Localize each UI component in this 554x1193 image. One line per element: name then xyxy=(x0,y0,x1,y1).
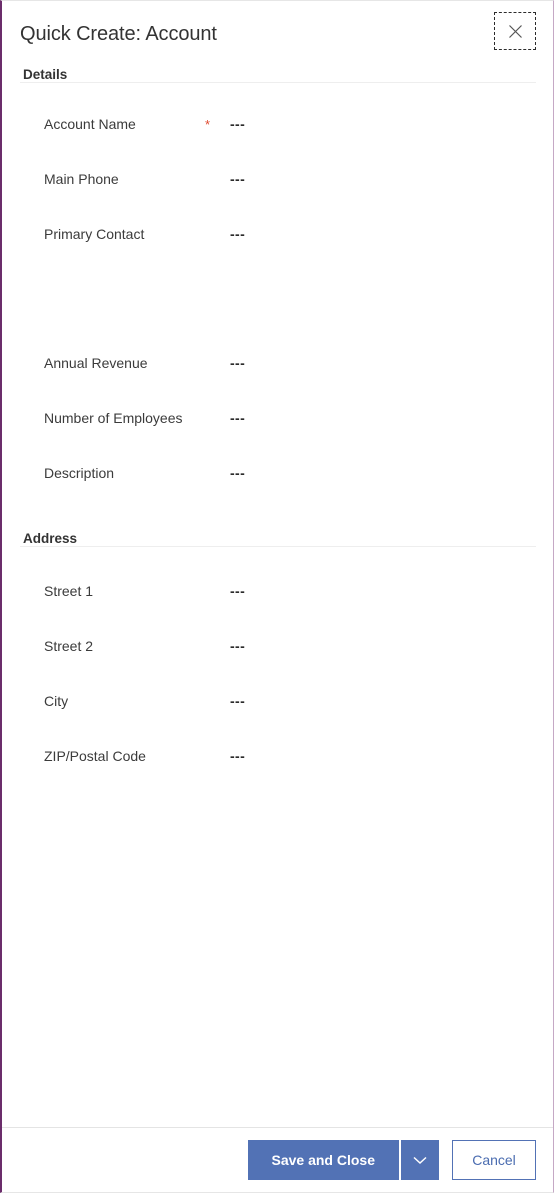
field-row-street-1[interactable]: Street 1 --- xyxy=(2,577,553,605)
close-button[interactable] xyxy=(494,12,536,50)
panel-header: Quick Create: Account xyxy=(2,1,553,67)
field-label: City xyxy=(44,693,69,709)
cancel-button[interactable]: Cancel xyxy=(452,1140,536,1180)
field-label: ZIP/Postal Code xyxy=(44,748,146,764)
field-row-primary-contact[interactable]: Primary Contact --- xyxy=(2,220,553,248)
field-label: Primary Contact xyxy=(44,226,145,242)
field-value[interactable]: --- xyxy=(230,748,245,764)
field-label: Description xyxy=(44,465,115,481)
field-value[interactable]: --- xyxy=(230,465,245,481)
field-value[interactable]: --- xyxy=(230,171,245,187)
field-value[interactable]: --- xyxy=(230,116,245,132)
quick-create-panel: Quick Create: Account Details Account Na… xyxy=(0,0,554,1193)
chevron-down-icon xyxy=(413,1153,427,1168)
field-row-annual-revenue[interactable]: Annual Revenue --- xyxy=(2,349,553,377)
required-marker: * xyxy=(205,116,211,132)
close-icon xyxy=(508,24,523,39)
page-title: Quick Create: Account xyxy=(20,22,217,45)
field-row-description[interactable]: Description --- xyxy=(2,459,553,487)
field-value[interactable]: --- xyxy=(230,410,245,426)
field-row-number-of-employees[interactable]: Number of Employees --- xyxy=(2,404,553,432)
field-label: Street 1 xyxy=(44,583,94,599)
save-options-dropdown-button[interactable] xyxy=(401,1140,439,1180)
field-row-account-name[interactable]: Account Name * --- xyxy=(2,110,553,138)
field-row-street-2[interactable]: Street 2 --- xyxy=(2,632,553,660)
field-label: Main Phone xyxy=(44,171,119,187)
field-row-city[interactable]: City --- xyxy=(2,687,553,715)
field-value[interactable]: --- xyxy=(230,226,245,242)
save-and-close-button[interactable]: Save and Close xyxy=(247,1140,399,1180)
panel-body: Details Account Name * --- Main Phone --… xyxy=(2,67,553,1127)
field-label: Annual Revenue xyxy=(44,355,148,371)
save-and-close-split-button: Save and Close xyxy=(247,1140,439,1180)
section-header-details: Details xyxy=(23,67,68,82)
field-label: Account Name xyxy=(44,116,136,132)
field-value[interactable]: --- xyxy=(230,693,245,709)
field-label: Street 2 xyxy=(44,638,94,654)
section-header-address: Address xyxy=(23,531,78,546)
panel-footer: Save and Close Cancel xyxy=(2,1127,553,1192)
field-value[interactable]: --- xyxy=(230,355,245,371)
field-row-zip-postal-code[interactable]: ZIP/Postal Code --- xyxy=(2,742,553,770)
field-label: Number of Employees xyxy=(44,410,183,426)
field-row-main-phone[interactable]: Main Phone --- xyxy=(2,165,553,193)
field-value[interactable]: --- xyxy=(230,638,245,654)
field-value[interactable]: --- xyxy=(230,583,245,599)
